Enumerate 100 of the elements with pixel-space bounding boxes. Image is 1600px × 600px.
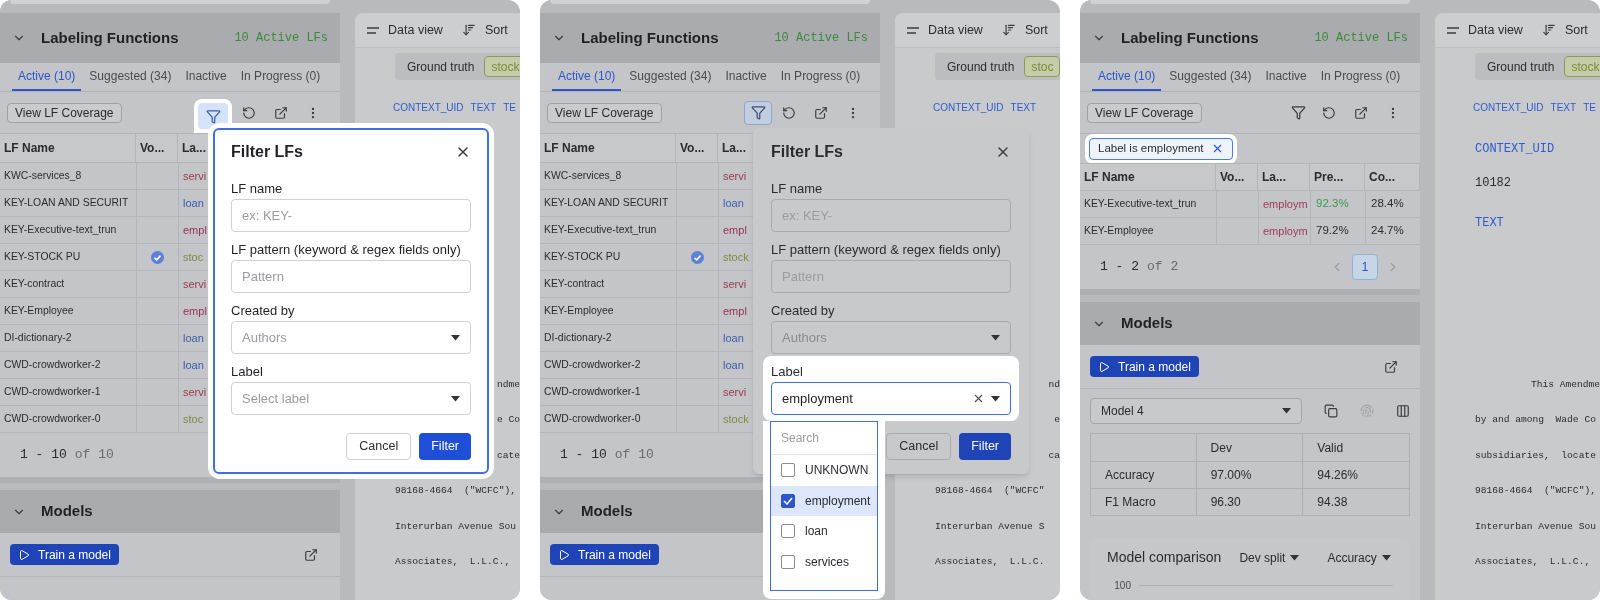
data-view-button[interactable]: Data view [1468, 20, 1523, 40]
column-header[interactable]: LF Name [0, 134, 136, 162]
checkbox[interactable] [781, 493, 795, 508]
option-item[interactable]: loan [771, 516, 877, 547]
coverage-button[interactable]: View LF Coverage [547, 102, 662, 123]
text-field[interactable]: Pattern [231, 260, 471, 293]
table-cell-text: KEY-LOAN AND SECURIT [543, 196, 670, 211]
table-cell-text: DI-dictionary-2 [543, 331, 613, 346]
document-text: 98168-4664 ("WCFC"), [395, 484, 516, 499]
sort-icon [461, 23, 476, 37]
option-item[interactable]: services [771, 546, 877, 577]
label-text: stock [723, 411, 749, 427]
copy-icon[interactable] [1324, 404, 1338, 418]
select-field[interactable]: employment [771, 382, 1011, 415]
column-header[interactable]: LF Name [540, 134, 676, 162]
field-heading[interactable]: TEXT [1550, 100, 1577, 115]
coverage-button[interactable]: View LF Coverage [7, 102, 122, 123]
column-header[interactable]: Vo... [676, 134, 718, 162]
field-heading[interactable]: TE [1583, 100, 1596, 115]
caret-icon [991, 395, 1000, 402]
train-model-button[interactable]: Train a model [10, 544, 119, 565]
field-heading[interactable]: TE [503, 100, 516, 115]
label-text: loan [183, 195, 204, 211]
document-text: Associates, L.L.C., [1475, 555, 1591, 570]
filter-button[interactable]: Filter [959, 433, 1011, 460]
field-heading[interactable]: CONTEXT_UID [933, 100, 1004, 115]
option-item[interactable]: employment [771, 485, 877, 516]
label-text: loan [183, 330, 204, 346]
tab[interactable]: In Progress (0) [234, 63, 327, 91]
column-header[interactable]: Co... [1365, 164, 1420, 190]
checkbox[interactable] [781, 554, 795, 569]
table-cell-text: KEY-contract [543, 277, 606, 292]
tab[interactable]: Inactive [1259, 63, 1313, 91]
columns-icon[interactable] [1396, 404, 1410, 418]
label-text: stoc [183, 249, 204, 265]
train-model-button[interactable]: Train a model [1090, 356, 1199, 377]
model-select[interactable]: Model 4 [1090, 398, 1302, 424]
filter-chip[interactable]: Label is employment [1089, 137, 1234, 160]
cancel-button[interactable]: Cancel [346, 433, 412, 460]
filter-icon [1290, 105, 1306, 120]
checkbox[interactable] [781, 524, 795, 539]
clear-icon[interactable] [972, 392, 985, 405]
table-cell: 94.38 [1302, 489, 1409, 515]
tab[interactable]: Inactive [179, 63, 233, 91]
table-cell: 94.26% [1302, 462, 1409, 488]
metric-dropdown[interactable]: Accuracy [1327, 548, 1391, 567]
label-text: loan [723, 357, 744, 373]
train-model-button[interactable]: Train a model [550, 544, 659, 565]
column-header: Valid [1302, 434, 1409, 461]
tab[interactable]: Inactive [719, 63, 773, 91]
column-header[interactable]: La... [1258, 164, 1310, 190]
tab[interactable]: In Progress (0) [774, 63, 867, 91]
table-cell: 24.7% [1365, 218, 1420, 244]
field-heading[interactable]: TEXT [1010, 100, 1037, 115]
field-heading[interactable]: CONTEXT_UID [393, 100, 464, 115]
sort-button[interactable]: Sort [484, 20, 508, 40]
option-item[interactable]: UNKNOWN [771, 455, 877, 486]
data-view-button[interactable]: Data view [388, 20, 443, 40]
page-total: of 10 [614, 446, 654, 465]
tab[interactable]: Active (10) [552, 63, 622, 91]
filter-button[interactable]: Filter [419, 433, 471, 460]
checkbox[interactable] [781, 463, 795, 478]
check-circle-icon [151, 250, 164, 264]
text-field[interactable]: ex: KEY- [231, 199, 471, 232]
filter-button[interactable] [744, 100, 772, 125]
coverage-button[interactable]: View LF Coverage [1087, 102, 1202, 123]
page-total: of 10 [74, 446, 114, 465]
column-header[interactable]: Vo... [136, 134, 178, 162]
row-header: Accuracy [1104, 467, 1156, 484]
active-count: 10 Active LFs [234, 30, 328, 47]
field-heading[interactable]: TEXT [470, 100, 497, 115]
table-cell-text: KWC-services_8 [3, 169, 83, 184]
external-link-icon[interactable] [1384, 359, 1398, 374]
tab[interactable]: In Progress (0) [1314, 63, 1407, 91]
sort-icon [1541, 23, 1556, 37]
table-cell-text: CWD-crowdworker-0 [543, 412, 642, 427]
cancel-button[interactable]: Cancel [886, 433, 952, 460]
column-header[interactable]: Vo... [1216, 164, 1258, 190]
tab[interactable]: Suggested (34) [623, 63, 718, 91]
tab[interactable]: Suggested (34) [83, 63, 178, 91]
tab[interactable]: Active (10) [12, 63, 82, 91]
page-button[interactable]: 1 [1352, 254, 1378, 280]
tab[interactable]: Suggested (34) [1163, 63, 1258, 91]
column-header[interactable]: Pre... [1310, 164, 1365, 190]
split-dropdown[interactable]: Dev split [1239, 548, 1300, 567]
sort-button[interactable]: Sort [1564, 20, 1588, 40]
data-view-button[interactable]: Data view [928, 20, 983, 40]
label-text: stoc [183, 411, 204, 427]
sort-button[interactable]: Sort [1024, 20, 1048, 40]
external-link-icon[interactable] [304, 547, 318, 562]
document-text: 98168-4664 ("WCFC"), [1475, 484, 1596, 499]
document-text: subsidiaries, locate [1475, 448, 1596, 463]
document-text: Associates, L.L.C. [935, 555, 1045, 570]
search-field[interactable]: Search [771, 422, 877, 455]
column-header[interactable]: LF Name [1080, 164, 1216, 190]
table-cell-text: CWD-crowdworker-1 [3, 385, 102, 400]
play-icon [18, 548, 30, 561]
field-heading[interactable]: CONTEXT_UID [1473, 100, 1544, 115]
field-label: LF pattern (keyword & regex fields only) [231, 241, 462, 258]
tab[interactable]: Active (10) [1092, 63, 1162, 91]
